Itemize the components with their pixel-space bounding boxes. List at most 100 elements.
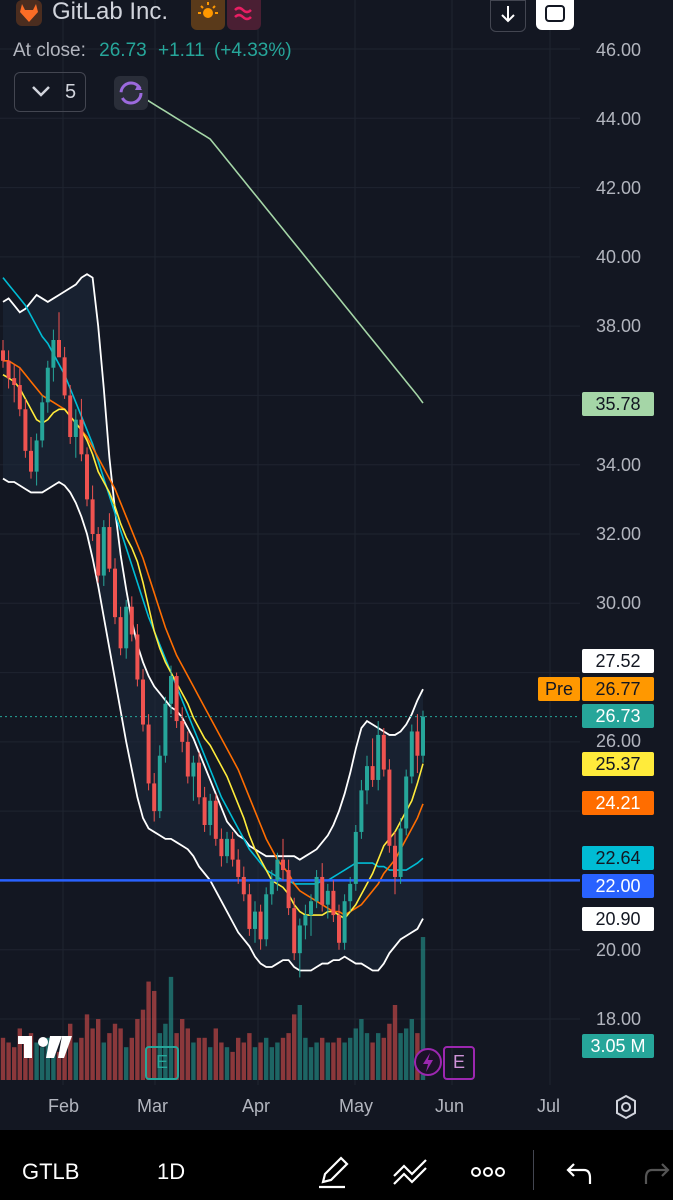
candle-body — [292, 908, 297, 954]
candle-body — [286, 870, 291, 909]
sun-icon[interactable] — [191, 0, 225, 30]
candle-body — [359, 790, 364, 832]
company-title[interactable]: GitLab Inc. — [52, 0, 168, 26]
price-chart[interactable] — [0, 0, 673, 1200]
candle-body — [157, 755, 162, 812]
redo-icon[interactable] — [640, 1154, 673, 1195]
wave-icon[interactable] — [227, 0, 261, 30]
volume-bar — [364, 1033, 370, 1080]
candle-body — [185, 741, 190, 777]
volume-bar — [320, 1037, 325, 1080]
at-close-label: At close: — [13, 40, 86, 61]
candle-body — [73, 419, 78, 437]
volume-bar — [297, 1005, 302, 1080]
volume-bar — [331, 1042, 336, 1080]
candle-body — [236, 859, 241, 877]
lower-band-tag: 20.90 — [582, 907, 654, 931]
candle-body — [85, 454, 89, 500]
ma20-tag: 24.21 — [582, 791, 654, 815]
volume-bar — [247, 1033, 252, 1080]
upper-band-tag: 27.52 — [582, 649, 654, 673]
candle-body — [314, 876, 319, 902]
earnings-upcoming-badge[interactable]: E — [443, 1046, 475, 1080]
candle-body — [180, 721, 185, 742]
volume-bar — [185, 1028, 190, 1080]
settings-gear-icon[interactable] — [612, 1093, 640, 1126]
ticker-symbol[interactable]: GTLB — [22, 1159, 79, 1185]
last-price-tag: 26.73 — [582, 704, 654, 728]
candle-body — [135, 634, 140, 680]
candle-body — [96, 534, 101, 576]
volume-bar — [118, 1028, 123, 1080]
earnings-label: E — [453, 1052, 466, 1072]
candle-body — [303, 915, 308, 926]
volume-bar — [280, 1037, 286, 1080]
volume-bar — [96, 1019, 101, 1080]
candle-body — [325, 890, 330, 905]
candle-body — [409, 731, 414, 777]
price-tick: 38.00 — [596, 316, 642, 336]
candle-body — [281, 859, 285, 871]
candle-body — [51, 340, 56, 368]
candle-body — [79, 419, 84, 455]
candle-body — [275, 859, 280, 881]
fullscreen-icon[interactable] — [536, 0, 574, 30]
candle-body — [129, 606, 134, 635]
at-close-row: At close: 26.73 +1.11 (+4.33%) — [13, 40, 292, 62]
candle-body — [241, 876, 246, 895]
volume-bar — [325, 1042, 330, 1080]
trend-line-icon[interactable] — [390, 1154, 430, 1195]
volume-bar — [112, 1023, 118, 1080]
volume-tag: 3.05 M — [582, 1034, 654, 1058]
candle-body — [337, 915, 341, 943]
candle-body — [118, 617, 123, 649]
volume-bar — [236, 1037, 241, 1080]
volume-bar — [0, 1037, 6, 1080]
pre-market-label: Pre — [538, 677, 580, 701]
candle-body — [387, 769, 392, 846]
candle-body — [57, 340, 61, 358]
volume-bar — [359, 1019, 364, 1080]
candle-body — [141, 679, 145, 725]
indicators-toggle[interactable]: 5 — [14, 72, 86, 112]
volume-bar — [191, 1042, 196, 1080]
time-tick: Jun — [435, 1096, 465, 1116]
volume-bar — [314, 1042, 319, 1080]
candle-body — [230, 838, 235, 860]
price-tick: 44.00 — [596, 109, 642, 129]
change-value: +1.11 — [157, 40, 205, 61]
volume-bar — [202, 1037, 207, 1080]
volume-bar — [275, 1042, 280, 1080]
candle-body — [6, 360, 11, 379]
pencil-icon[interactable] — [317, 1154, 349, 1195]
more-icon[interactable] — [470, 1154, 506, 1195]
volume-bar — [79, 1037, 84, 1080]
volume-bar — [376, 1033, 381, 1080]
candle-body — [40, 402, 45, 441]
volume-bar — [286, 1033, 291, 1080]
price-tick: 20.00 — [596, 940, 642, 960]
undo-icon[interactable] — [564, 1154, 596, 1195]
price-tick: 42.00 — [596, 178, 642, 198]
candle-body — [247, 894, 252, 929]
ma50-tag: 22.64 — [582, 846, 654, 870]
candle-body — [12, 378, 17, 386]
volume-bar — [230, 1051, 235, 1080]
candle-body — [264, 894, 269, 940]
dividend-lightning-icon[interactable] — [413, 1047, 443, 1082]
candle-body — [421, 716, 425, 756]
refresh-icon[interactable] — [114, 76, 148, 110]
time-tick: Feb — [48, 1096, 80, 1116]
download-icon[interactable] — [490, 0, 526, 32]
volume-bar — [353, 1028, 358, 1080]
candle-body — [219, 838, 224, 857]
price-tick: 18.00 — [596, 1009, 642, 1029]
candle-body — [253, 911, 257, 929]
candle-body — [297, 925, 302, 954]
price-tick: 46.00 — [596, 40, 642, 60]
time-tick: May — [339, 1096, 374, 1116]
volume-bar — [404, 1028, 409, 1080]
candle-body — [365, 766, 369, 791]
interval-button[interactable]: 1D — [157, 1159, 185, 1185]
earnings-badge[interactable]: E — [145, 1046, 179, 1080]
